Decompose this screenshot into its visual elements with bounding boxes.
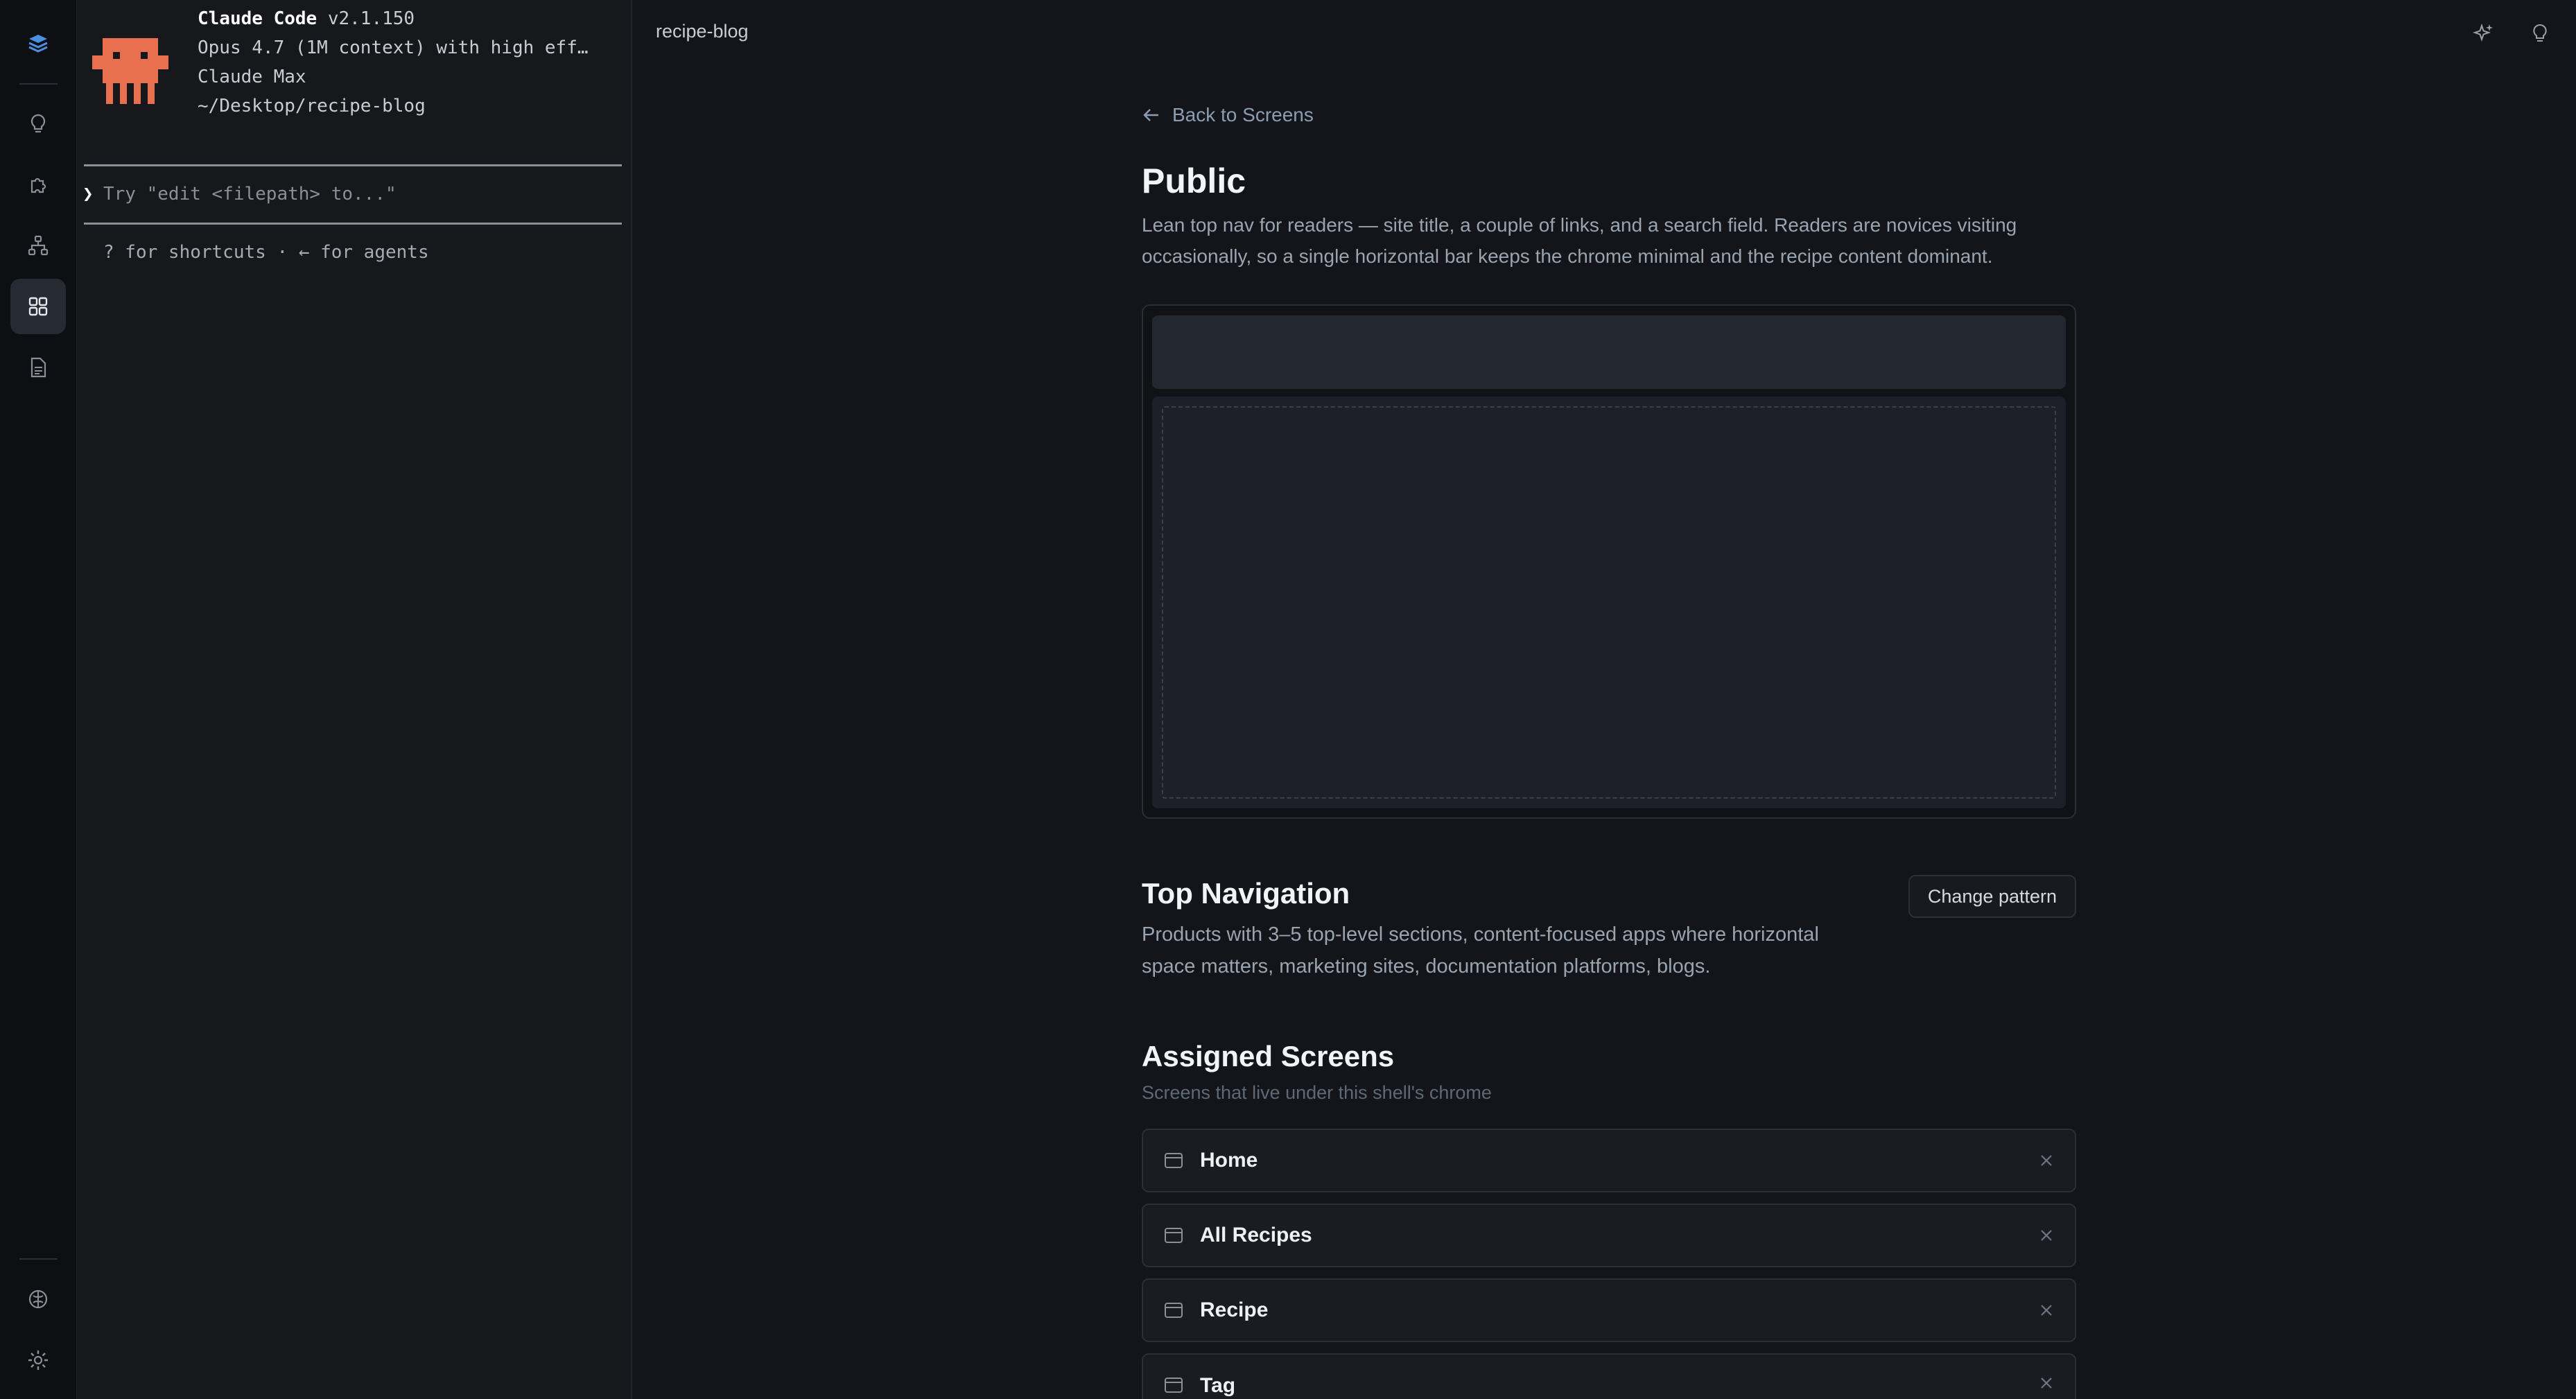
remove-screen-close-icon[interactable] — [2037, 1301, 2055, 1319]
page-description: Lean top nav for readers — site title, a… — [1142, 214, 2017, 267]
rail-divider-bottom — [19, 1258, 58, 1260]
claude-mascot-icon — [92, 38, 168, 104]
lightbulb-icon — [2533, 24, 2547, 42]
preview-content-placeholder — [1162, 406, 2056, 799]
rail-item-sitemap[interactable] — [10, 218, 66, 273]
window-icon — [1165, 1228, 1183, 1243]
screen-row-all-recipes[interactable]: All Recipes — [1142, 1204, 2076, 1267]
puzzle-icon — [31, 177, 46, 193]
page-title: Public — [1142, 162, 1246, 200]
lightbulb-icon — [31, 114, 46, 133]
prompt-rule-bottom — [84, 223, 622, 225]
sitemap-icon — [28, 235, 49, 256]
remove-screen-close-icon[interactable] — [2037, 1226, 2055, 1244]
app-name: Claude Code — [198, 8, 317, 29]
layers-icon — [28, 35, 48, 53]
terminal-header: Claude Code v2.1.150 — [198, 8, 415, 29]
window-icon — [1165, 1378, 1183, 1393]
prompt-input[interactable]: Try "edit <filepath> to..." — [103, 184, 397, 205]
pattern-title: Top Navigation — [1142, 877, 1350, 910]
project-title: recipe-blog — [656, 21, 749, 42]
screen-row-home[interactable]: Home — [1142, 1129, 2076, 1192]
app-version: v2.1.150 — [327, 8, 415, 29]
back-label: Back to Screens — [1172, 104, 1314, 125]
document-icon — [31, 357, 46, 378]
prompt-rule-top — [84, 164, 622, 166]
screen-label: Tag — [1200, 1374, 1236, 1397]
gear-icon — [28, 1350, 48, 1370]
screen-label: All Recipes — [1200, 1224, 1312, 1246]
screen-label: Recipe — [1200, 1298, 1269, 1321]
preview-top-nav — [1152, 315, 2066, 389]
remove-screen-close-icon[interactable] — [2037, 1152, 2055, 1170]
icon-rail — [0, 0, 77, 1399]
main-content: recipe-blog Back to Screens Public Lean … — [632, 0, 2576, 1399]
change-pattern-button[interactable]: Change pattern — [1908, 875, 2076, 918]
model-info: Opus 4.7 (1M context) with high eff… — [198, 37, 589, 58]
shell-preview — [1142, 304, 2076, 819]
rail-item-brain[interactable] — [10, 1271, 66, 1327]
assigned-screens-subtitle: Screens that live under this shell's chr… — [1142, 1082, 1492, 1103]
arrow-left-icon — [1143, 109, 1158, 121]
rail-item-screens[interactable] — [10, 279, 66, 334]
tips-button[interactable] — [2526, 19, 2554, 47]
rail-divider — [19, 83, 58, 85]
sparkles-icon — [2473, 23, 2493, 42]
sparkles-button[interactable] — [2470, 19, 2498, 47]
rail-item-ideas[interactable] — [10, 96, 66, 151]
rail-item-settings[interactable] — [10, 1332, 66, 1388]
window-icon — [1165, 1303, 1183, 1318]
grid-icon — [28, 297, 48, 316]
app-logo-icon[interactable] — [10, 15, 66, 71]
prompt-chevron-icon: ❯ — [82, 184, 94, 205]
window-icon — [1165, 1153, 1183, 1168]
shortcut-hint: ? for shortcuts · ← for agents — [103, 242, 429, 263]
preview-content-area — [1152, 397, 2066, 808]
assigned-screens-title: Assigned Screens — [1142, 1040, 1395, 1072]
terminal-panel: Claude Code v2.1.150 Opus 4.7 (1M contex… — [77, 0, 632, 1399]
screen-row-recipe[interactable]: Recipe — [1142, 1278, 2076, 1342]
remove-screen-close-icon[interactable] — [2037, 1374, 2055, 1392]
brain-icon — [28, 1289, 48, 1309]
pattern-description: Products with 3–5 top-level sections, co… — [1142, 923, 1819, 977]
screen-row-tag[interactable]: Tag — [1142, 1353, 2076, 1399]
back-to-screens-link[interactable]: Back to Screens — [1142, 104, 1314, 126]
rail-item-plugins[interactable] — [10, 157, 66, 212]
plan-info: Claude Max — [198, 67, 306, 87]
working-directory: ~/Desktop/recipe-blog — [198, 96, 426, 116]
rail-item-documents[interactable] — [10, 340, 66, 395]
screen-label: Home — [1200, 1149, 1258, 1172]
